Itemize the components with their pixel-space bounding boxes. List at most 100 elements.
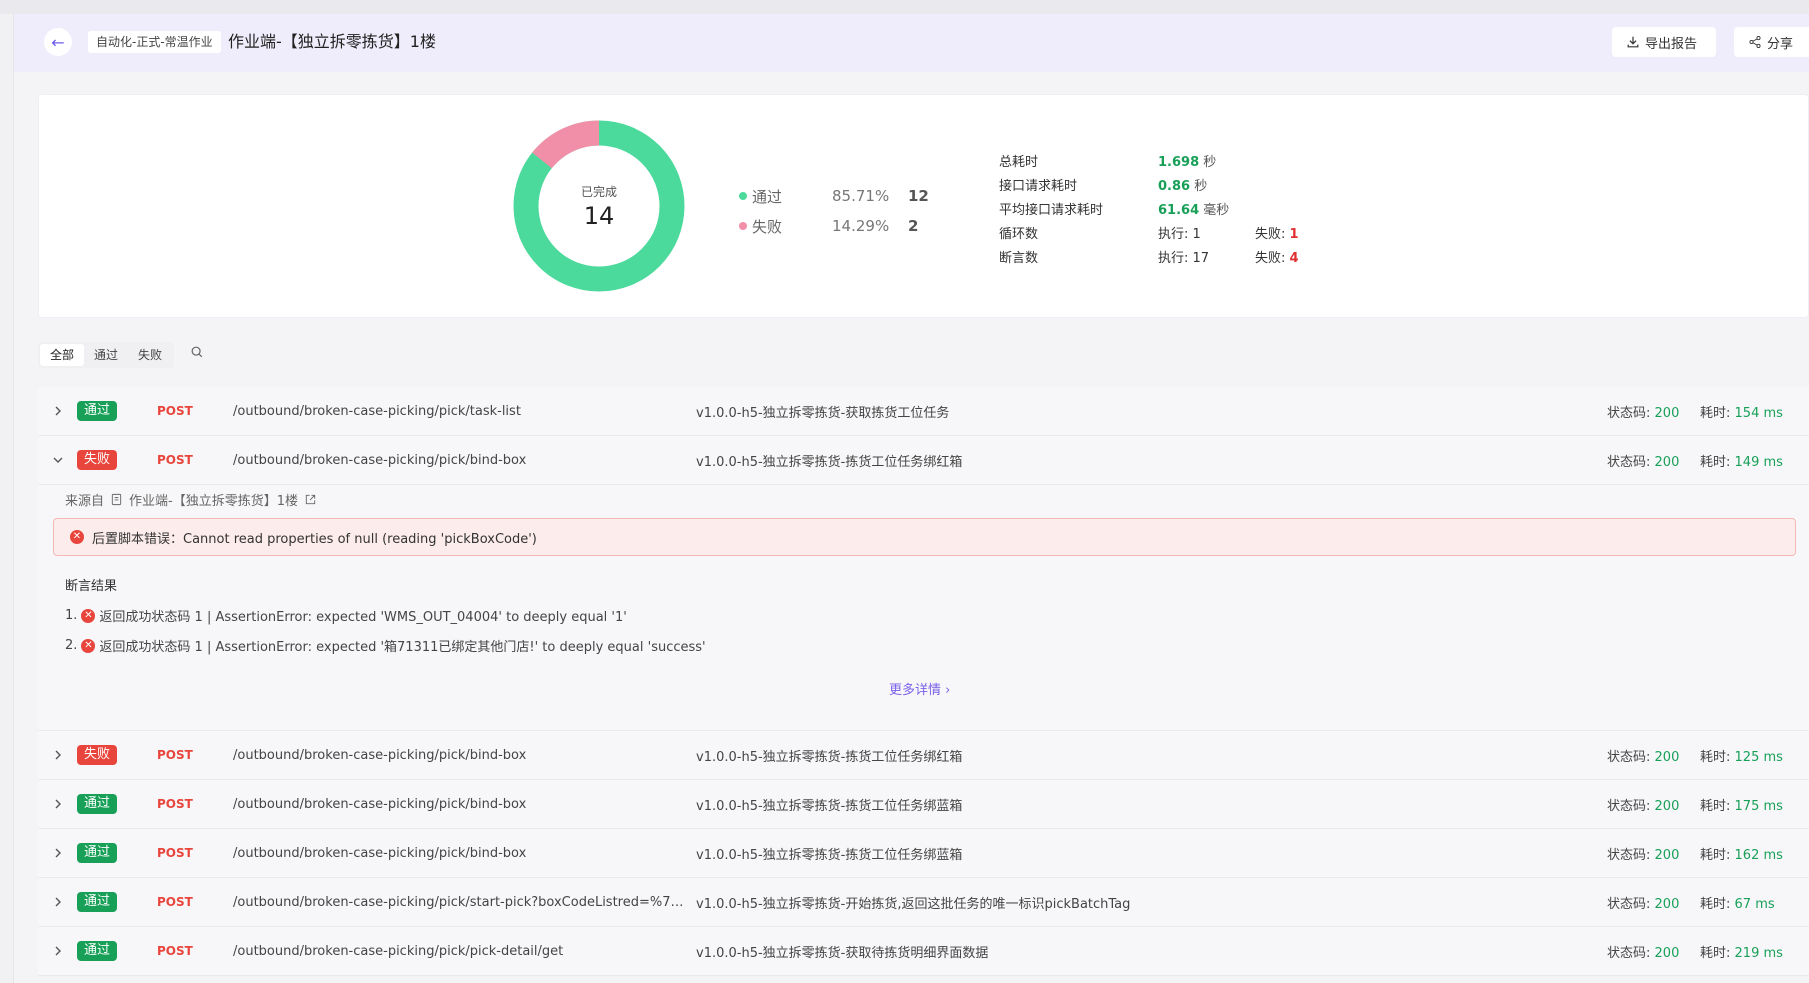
request-path: /outbound/broken-case-picking/pick/bind-… bbox=[233, 796, 527, 812]
export-label: 导出报告 bbox=[1645, 36, 1698, 52]
http-method: POST bbox=[157, 453, 193, 467]
document-icon bbox=[111, 493, 122, 506]
status-prefix: 状态码: bbox=[1607, 798, 1651, 814]
fail-icon: ✕ bbox=[81, 608, 96, 623]
left-side-strip bbox=[0, 14, 14, 983]
report-header: ← 自动化-正式-常温作业 作业端-【独立拆零拣货】1楼 导出报告 分享 bbox=[14, 14, 1809, 72]
chevron-right-icon[interactable] bbox=[52, 749, 64, 761]
legend-count: 12 bbox=[908, 187, 929, 205]
stat-value: 1.698 bbox=[1158, 154, 1200, 170]
completed-count: 14 bbox=[583, 201, 615, 230]
tab-pass[interactable]: 通过 bbox=[84, 344, 128, 366]
legend-count: 2 bbox=[908, 217, 919, 235]
legend-percent: 85.71% bbox=[832, 187, 890, 205]
stat-total-time: 总耗时 1.698 秒 bbox=[999, 148, 1299, 172]
http-method: POST bbox=[157, 797, 193, 811]
status-code: 状态码: 200 bbox=[1607, 402, 1679, 421]
source-label: 来源自 bbox=[65, 494, 105, 509]
status-badge: 通过 bbox=[77, 794, 118, 814]
duration: 耗时: 125 ms bbox=[1700, 746, 1783, 765]
script-error-alert: ✕ 后置脚本错误：Cannot read properties of null … bbox=[53, 518, 1796, 556]
share-label: 分享 bbox=[1767, 36, 1794, 52]
time-prefix: 耗时: bbox=[1700, 405, 1731, 421]
status-prefix: 状态码: bbox=[1607, 749, 1651, 765]
assertion-title: 断言结果 bbox=[65, 579, 118, 594]
source-line: 来源自 作业端-【独立拆零拣货】1楼 bbox=[65, 490, 317, 509]
request-row[interactable]: 通过 POST /outbound/broken-case-picking/pi… bbox=[38, 387, 1809, 436]
legend-dot-pass bbox=[739, 192, 747, 200]
error-icon: ✕ bbox=[70, 530, 84, 544]
source-link[interactable]: 作业端-【独立拆零拣货】1楼 bbox=[129, 490, 298, 509]
external-link-icon[interactable] bbox=[304, 493, 317, 506]
chevron-right-icon[interactable] bbox=[52, 798, 64, 810]
request-row[interactable]: 通过 POST /outbound/broken-case-picking/pi… bbox=[38, 829, 1809, 878]
time-prefix: 耗时: bbox=[1700, 798, 1731, 814]
request-list: 通过 POST /outbound/broken-case-picking/pi… bbox=[38, 387, 1809, 976]
status-prefix: 状态码: bbox=[1607, 405, 1651, 421]
status-value: 200 bbox=[1654, 945, 1680, 961]
request-description: v1.0.0-h5-独立拆零拣货-获取待拣货明细界面数据 bbox=[696, 945, 989, 961]
status-badge: 失败 bbox=[77, 745, 118, 765]
share-button[interactable]: 分享 bbox=[1734, 27, 1809, 57]
time-prefix: 耗时: bbox=[1700, 945, 1731, 961]
tab-fail[interactable]: 失败 bbox=[128, 344, 172, 366]
duration: 耗时: 154 ms bbox=[1700, 402, 1783, 421]
status-value: 200 bbox=[1654, 896, 1680, 912]
request-row[interactable]: 失败 POST /outbound/broken-case-picking/pi… bbox=[38, 436, 1809, 485]
status-badge: 通过 bbox=[77, 843, 118, 863]
request-row[interactable]: 通过 POST /outbound/broken-case-picking/pi… bbox=[38, 878, 1809, 927]
request-description: v1.0.0-h5-独立拆零拣货-获取拣货工位任务 bbox=[696, 405, 950, 421]
chevron-down-icon[interactable] bbox=[52, 454, 64, 466]
status-value: 200 bbox=[1654, 798, 1680, 814]
more-details-link[interactable]: 更多详情 › bbox=[889, 679, 950, 698]
status-code: 状态码: 200 bbox=[1607, 746, 1679, 765]
status-value: 200 bbox=[1654, 454, 1680, 470]
browser-top-strip bbox=[0, 0, 1809, 14]
completed-label: 已完成 bbox=[580, 184, 617, 199]
donut-center: 已完成 14 bbox=[511, 118, 687, 294]
chevron-right-icon[interactable] bbox=[52, 847, 64, 859]
stat-label: 总耗时 bbox=[999, 154, 1039, 170]
http-method: POST bbox=[157, 944, 193, 958]
duration: 耗时: 162 ms bbox=[1700, 844, 1783, 863]
assertion-text: 返回成功状态码 1 | AssertionError: expected 'WM… bbox=[99, 610, 627, 625]
status-prefix: 状态码: bbox=[1607, 847, 1651, 863]
tab-all[interactable]: 全部 bbox=[40, 344, 85, 366]
status-prefix: 状态码: bbox=[1607, 896, 1651, 912]
export-report-button[interactable]: 导出报告 bbox=[1612, 27, 1716, 57]
status-value: 200 bbox=[1654, 847, 1680, 863]
search-icon[interactable] bbox=[190, 345, 204, 359]
stat-fail-value: 4 bbox=[1289, 250, 1299, 266]
request-row[interactable]: 通过 POST /outbound/broken-case-picking/pi… bbox=[38, 780, 1809, 829]
status-value: 200 bbox=[1654, 749, 1680, 765]
request-row[interactable]: 通过 POST /outbound/broken-case-picking/pi… bbox=[38, 927, 1809, 976]
request-row[interactable]: 失败 POST /outbound/broken-case-picking/pi… bbox=[38, 731, 1809, 780]
duration: 耗时: 219 ms bbox=[1700, 942, 1783, 961]
request-description: v1.0.0-h5-独立拆零拣货-拣货工位任务绑红箱 bbox=[696, 749, 963, 765]
time-value: 149 ms bbox=[1734, 454, 1783, 470]
request-detail-panel: 来源自 作业端-【独立拆零拣货】1楼 ✕ 后置脚本错误：Cannot read … bbox=[38, 485, 1809, 731]
stat-loops: 循环数 执行: 1 失败: 1 bbox=[999, 220, 1299, 244]
request-path: /outbound/broken-case-picking/pick/bind-… bbox=[233, 452, 527, 468]
time-prefix: 耗时: bbox=[1700, 847, 1731, 863]
error-text: 后置脚本错误：Cannot read properties of null (r… bbox=[92, 531, 537, 547]
stats-table: 总耗时 1.698 秒 接口请求耗时 0.86 秒 平均接口请求耗时 61.64… bbox=[999, 148, 1299, 268]
stat-value: 0.86 bbox=[1158, 178, 1191, 194]
status-code: 状态码: 200 bbox=[1607, 795, 1679, 814]
time-prefix: 耗时: bbox=[1700, 896, 1731, 912]
share-icon bbox=[1749, 36, 1761, 48]
stat-exec: 执行: 17 bbox=[1158, 250, 1210, 266]
stat-request-time: 接口请求耗时 0.86 秒 bbox=[999, 172, 1299, 196]
request-path: /outbound/broken-case-picking/pick/start… bbox=[233, 894, 688, 910]
project-tag: 自动化-正式-常温作业 bbox=[88, 31, 221, 53]
assertion-text: 返回成功状态码 1 | AssertionError: expected '箱7… bbox=[99, 640, 706, 655]
back-button[interactable]: ← bbox=[44, 28, 72, 56]
stat-exec: 执行: 1 bbox=[1158, 226, 1201, 242]
request-path: /outbound/broken-case-picking/pick/task-… bbox=[233, 403, 521, 419]
status-prefix: 状态码: bbox=[1607, 454, 1651, 470]
chevron-right-icon[interactable] bbox=[52, 945, 64, 957]
chevron-right-icon[interactable] bbox=[52, 896, 64, 908]
stat-label: 断言数 bbox=[999, 250, 1039, 266]
status-badge: 通过 bbox=[77, 892, 118, 912]
chevron-right-icon[interactable] bbox=[52, 405, 64, 417]
